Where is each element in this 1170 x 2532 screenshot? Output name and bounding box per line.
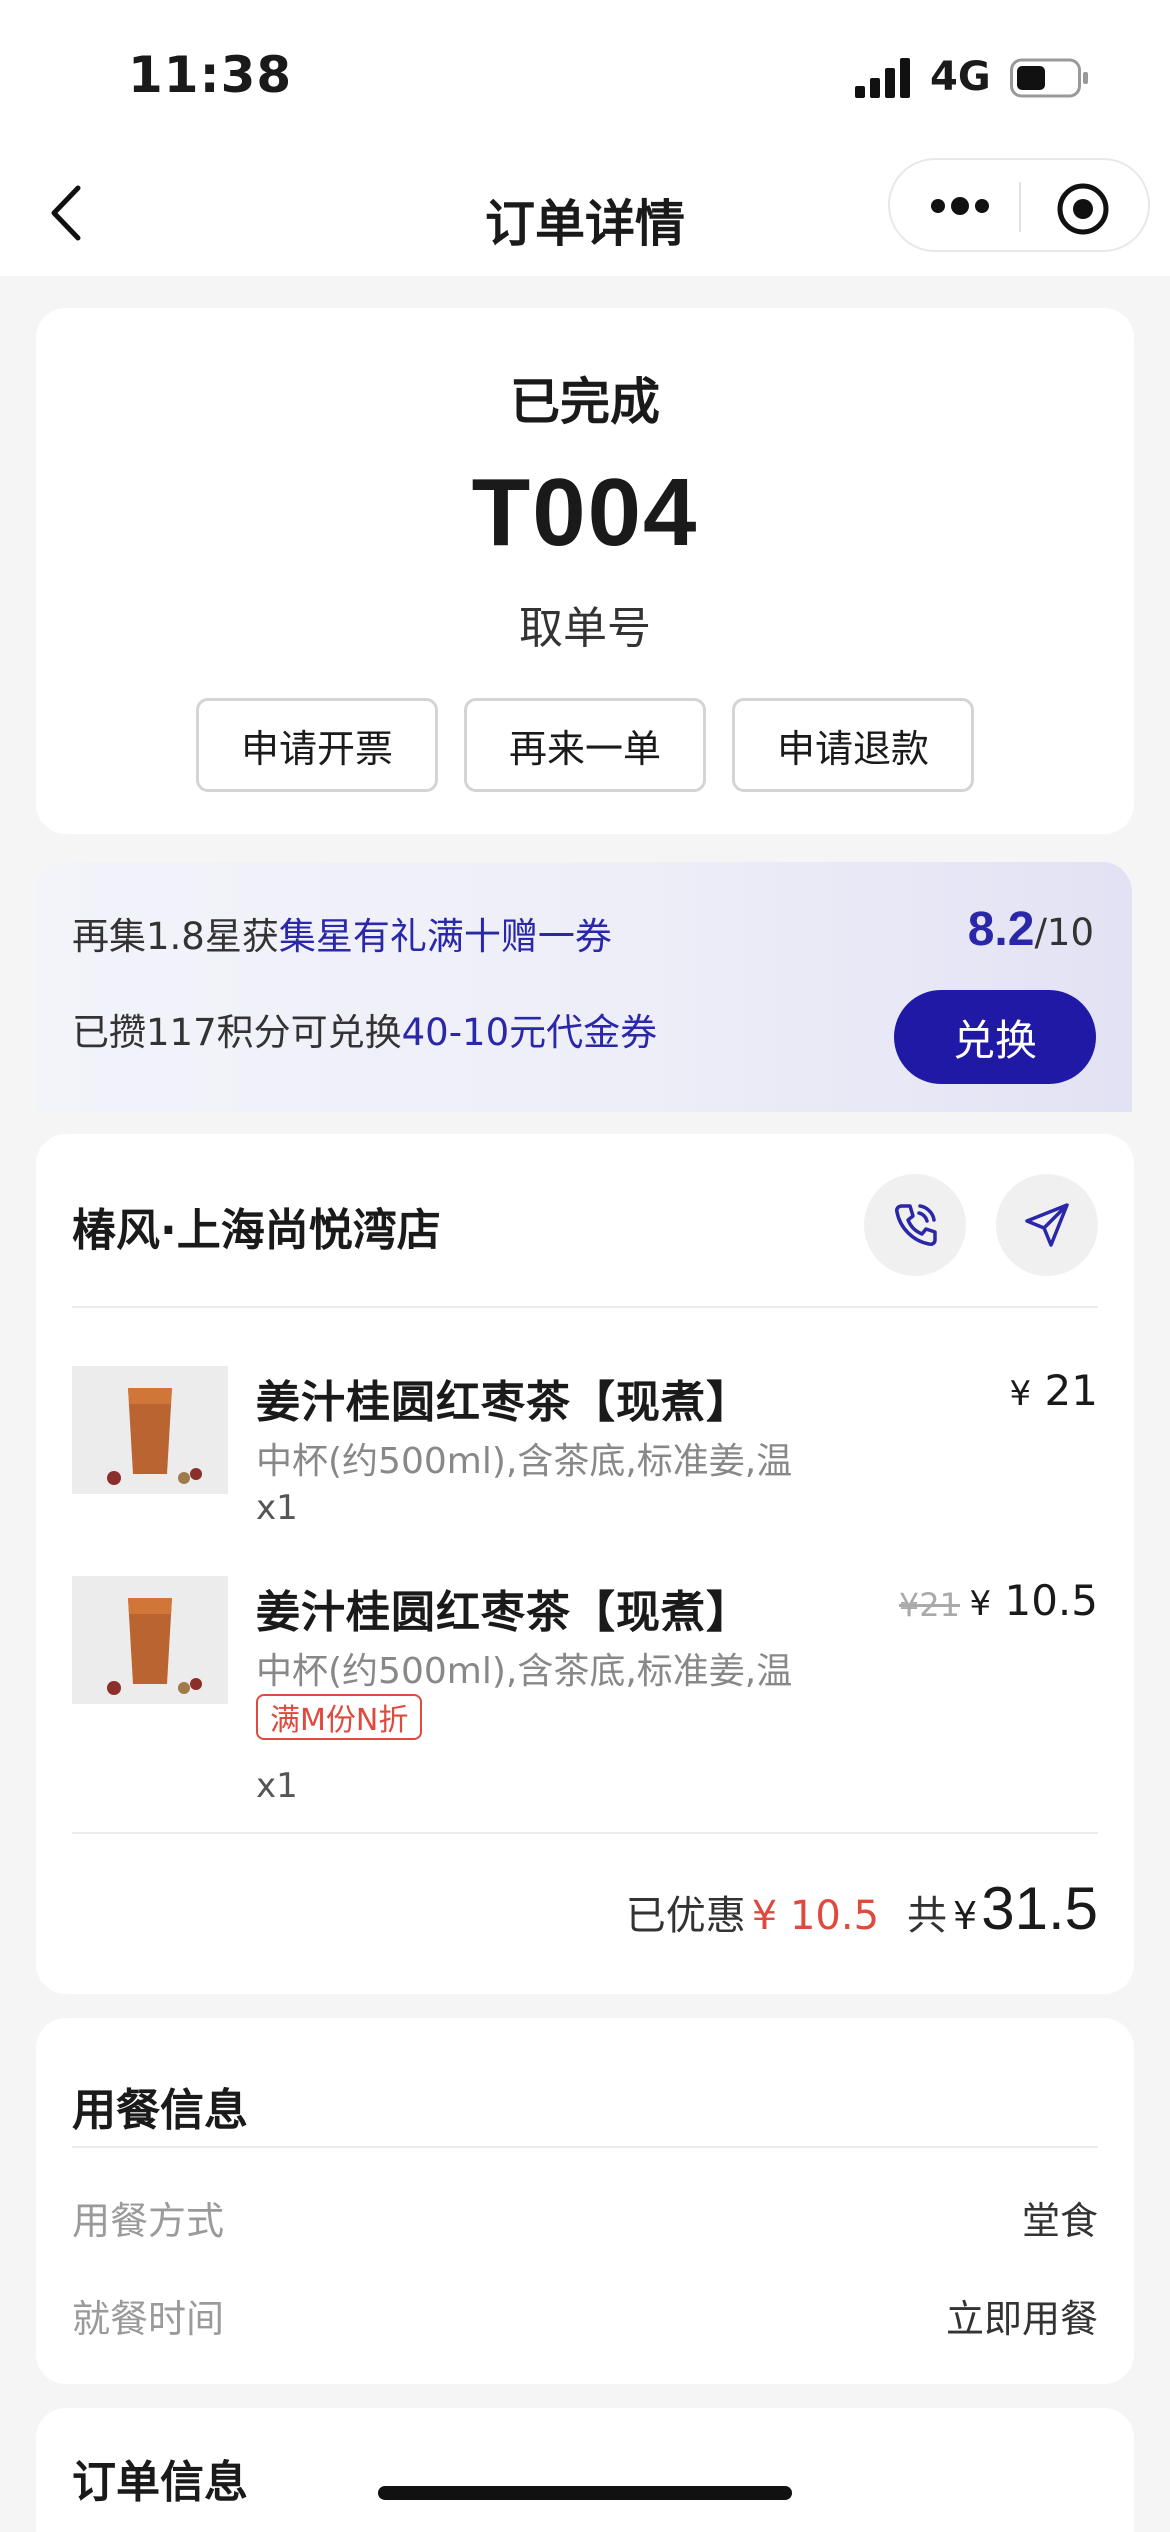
- discount-amount: ¥ 10.5: [751, 1893, 880, 1939]
- order-info-card: 订单信息: [36, 2408, 1134, 2532]
- pickup-label: 取单号: [519, 603, 651, 654]
- request-invoice-button[interactable]: 申请开票: [196, 698, 438, 792]
- reorder-button[interactable]: 再来一单: [464, 698, 706, 792]
- product-name: 姜汁桂圆红枣茶【现煮】: [256, 1587, 751, 1638]
- total-amount: 31.5: [981, 1875, 1098, 1942]
- phone-icon: [895, 1204, 937, 1246]
- capsule-divider: [1019, 182, 1021, 232]
- divider: [72, 2146, 1098, 2148]
- loyalty-banner: 再集1.8星获集星有礼满十赠一券 8.2/10 已攒117积分可兑换40-10元…: [36, 862, 1132, 1112]
- stars-progress-text: 再集1.8星获集星有礼满十赠一券: [72, 906, 612, 960]
- dining-time-value: 立即用餐: [945, 2297, 1098, 2341]
- currency-symbol: ¥: [969, 1584, 992, 1624]
- promo-tag: 满M份N折: [256, 1694, 423, 1740]
- nav-bar: 订单详情: [0, 150, 1170, 276]
- product-quantity: x1: [256, 1766, 298, 1806]
- order-status: 已完成: [510, 373, 660, 431]
- points-prefix: 已攒117积分可兑换: [72, 1011, 402, 1054]
- store-card: 椿风·上海尚悦湾店 姜汁桂圆红枣茶【现煮】 中杯(约500ml),含茶底,标准姜…: [36, 1134, 1134, 1994]
- dining-mode-value: 堂食: [1021, 2199, 1098, 2243]
- stars-current: 8.2: [967, 903, 1035, 956]
- voucher-link[interactable]: 40-10元代金券: [402, 1011, 658, 1054]
- divider: [72, 1306, 1098, 1308]
- price-value: 10.5: [1004, 1576, 1098, 1625]
- total-label: 共: [907, 1893, 948, 1939]
- dining-mode-label: 用餐方式: [72, 2199, 225, 2243]
- product-image: [72, 1576, 228, 1704]
- section-title: 订单信息: [72, 2457, 248, 2508]
- order-actions: 申请开票 再来一单 申请退款: [36, 698, 1134, 792]
- dining-info-card: 用餐信息 用餐方式 堂食 就餐时间 立即用餐: [36, 2018, 1134, 2384]
- product-image: [72, 1366, 228, 1494]
- product-spec: 中杯(约500ml),含茶底,标准姜,温: [256, 1651, 793, 1692]
- order-status-card: 已完成 T004 取单号 申请开票 再来一单 申请退款: [36, 308, 1134, 834]
- network-type: 4G: [930, 54, 991, 100]
- product-quantity: x1: [256, 1488, 298, 1528]
- stars-prefix: 再集1.8星获: [72, 915, 279, 958]
- dining-time-label: 就餐时间: [72, 2297, 225, 2341]
- divider: [72, 1832, 1098, 1834]
- stars-reward-link[interactable]: 集星有礼满十赠一券: [279, 915, 612, 958]
- price-value: 21: [1044, 1366, 1098, 1415]
- order-total: 已优惠 ¥ 10.5 共 ¥ 31.5: [626, 1874, 1098, 1943]
- total-currency: ¥: [953, 1894, 978, 1938]
- points-text: 已攒117积分可兑换40-10元代金券: [72, 1002, 657, 1056]
- more-dots-icon[interactable]: [928, 188, 992, 224]
- target-icon[interactable]: [1056, 182, 1110, 236]
- product-spec: 中杯(约500ml),含茶底,标准姜,温: [256, 1441, 793, 1482]
- product-name: 姜汁桂圆红枣茶【现煮】: [256, 1377, 751, 1428]
- product-price: ¥ 10.5: [969, 1576, 1098, 1625]
- pickup-number: T004: [471, 459, 699, 566]
- currency-symbol: ¥: [1009, 1374, 1032, 1414]
- status-bar: 11:38 4G: [0, 0, 1170, 150]
- signal-icon: [855, 58, 910, 98]
- store-name: 椿风·上海尚悦湾店: [72, 1205, 441, 1256]
- home-indicator[interactable]: [378, 2486, 792, 2500]
- discount-label: 已优惠: [625, 1893, 746, 1939]
- battery-icon: [1010, 58, 1088, 98]
- stars-total: /10: [1034, 911, 1094, 954]
- order-item: 姜汁桂圆红枣茶【现煮】 中杯(约500ml),含茶底,标准姜,温 x1 ¥ 21: [72, 1366, 1098, 1536]
- order-item: 姜汁桂圆红枣茶【现煮】 中杯(约500ml),含茶底,标准姜,温 满M份N折 x…: [72, 1576, 1098, 1816]
- mini-program-capsule: [888, 158, 1150, 252]
- section-title: 用餐信息: [72, 2085, 248, 2136]
- request-refund-button[interactable]: 申请退款: [732, 698, 974, 792]
- stars-count: 8.2/10: [968, 902, 1094, 957]
- product-price: ¥ 21: [1010, 1366, 1098, 1415]
- call-store-button[interactable]: [864, 1174, 966, 1276]
- original-price: ¥21: [898, 1586, 960, 1624]
- navigation-arrow-icon: [1025, 1203, 1069, 1247]
- exchange-button[interactable]: 兑换: [894, 990, 1096, 1084]
- status-time: 11:38: [128, 46, 293, 104]
- navigate-store-button[interactable]: [996, 1174, 1098, 1276]
